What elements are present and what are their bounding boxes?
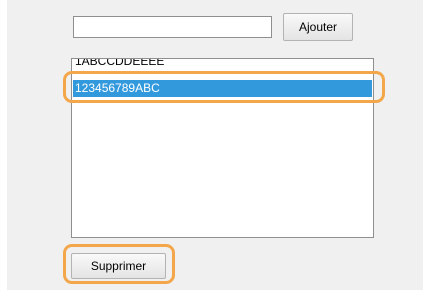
delete-button[interactable]: Supprimer [71, 253, 166, 279]
list-item-selected[interactable]: 123456789ABC [73, 80, 372, 97]
entries-listbox[interactable]: 1ABCCDDEEEE 123456789ABC [71, 58, 374, 238]
list-item[interactable]: 1ABCCDDEEEE [73, 59, 372, 70]
entry-text-input[interactable] [73, 16, 272, 38]
add-button[interactable]: Ajouter [283, 13, 353, 41]
